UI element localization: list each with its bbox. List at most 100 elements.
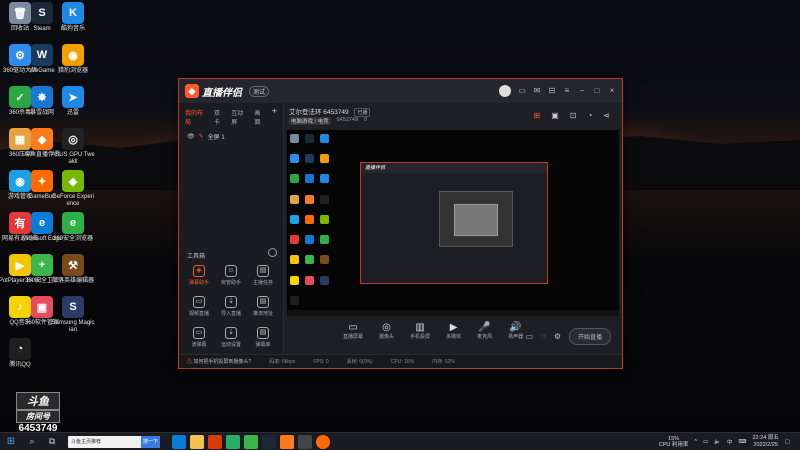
taskbar-search-button[interactable]: 搜一下 (140, 435, 160, 448)
desktop-icon[interactable]: ◈ GeForce Experience (51, 170, 95, 208)
settings-icon[interactable]: ⚙ (554, 332, 561, 341)
desktop-icon[interactable]: ◎ ASUS GPU Tweakll (51, 128, 95, 166)
toolbox-item[interactable]: ⇣ 导入直播 (215, 296, 247, 317)
source-control-button[interactable]: 🎤 麦克风 (477, 322, 492, 340)
scene-item[interactable]: 👁 ✎ 全屏 1 (179, 129, 283, 144)
toolbox-item[interactable]: ▤ 推流地址 (247, 296, 279, 317)
desktop-icon[interactable]: ⚒ 部落英雄编辑器 (51, 254, 95, 285)
desktop-app-icon: K (62, 2, 84, 24)
eye-icon[interactable]: 👁 (187, 133, 195, 140)
toolbox-item[interactable]: ▭ 波弹幕 (183, 327, 215, 348)
preview-taskbar (287, 310, 619, 316)
toolbox-item[interactable]: ▭ 视频直播 (183, 296, 215, 317)
user-avatar[interactable] (499, 85, 511, 97)
game-taskbar-icon[interactable] (298, 434, 312, 449)
gamebuff-taskbar-icon[interactable] (316, 434, 330, 449)
desktop-icon[interactable]: ➤ 迅雷 (51, 86, 95, 117)
tab-canvas[interactable]: 画面 (254, 108, 265, 126)
toolbox-item[interactable]: ▤ 弹幕库 (247, 327, 279, 348)
start-icon[interactable]: ⊞ (0, 436, 22, 447)
steam-taskbar-icon[interactable] (262, 434, 276, 449)
browser-taskbar-icon[interactable] (244, 434, 258, 449)
toolbox-item[interactable]: ▤ 主播任务 (247, 265, 279, 286)
message-icon[interactable]: ▭ (518, 87, 526, 95)
tab-interact[interactable]: 互动屏 (231, 108, 248, 126)
close-icon[interactable]: × (608, 87, 616, 95)
clock[interactable]: 22:24 周五 2022/2/25 (753, 435, 779, 449)
network-icon[interactable]: ▭ (703, 439, 708, 445)
gift-icon[interactable]: ⊟ (548, 87, 556, 95)
douyu-taskbar-icon[interactable] (280, 434, 294, 449)
desktop-icon-label: 360安全浏览器 (52, 236, 93, 242)
input-language[interactable]: 中 (727, 438, 733, 446)
scene-edit-icon[interactable]: ✎ (199, 133, 204, 140)
taskbar-search-text: 斗鱼主页推荐 (71, 439, 102, 445)
toolbox-item-icon: ▤ (257, 327, 269, 339)
scene-panel: 我的布局 双卡 互动屏 画面 + 👁 ✎ 全屏 1 工具箱 ◈ 弹幕助手 ☺ 房管助手… (179, 103, 284, 354)
preview-desktop-icons (287, 130, 332, 316)
desktop-icon[interactable]: e 360安全浏览器 (51, 212, 95, 243)
maximize-icon[interactable]: □ (593, 87, 601, 95)
version-badge: 测试 (249, 85, 270, 97)
add-scene-button[interactable]: + (272, 107, 277, 126)
tab-dual[interactable]: 双卡 (214, 108, 225, 126)
source-control-button[interactable]: 🔊 扬声器 (508, 322, 523, 340)
preview-mini-icon (305, 275, 314, 285)
source-control-button[interactable]: ▭ 直播屏幕 (343, 322, 363, 340)
room-title-row: 艾尔登法环 6453749 已播 (289, 106, 371, 117)
source-control-button[interactable]: ▶ 多媒体 (446, 322, 461, 340)
desktop-icon-label: 酷狗音乐 (60, 26, 85, 32)
mail-icon[interactable]: ✉ (533, 87, 541, 95)
explorer-taskbar-icon[interactable] (190, 434, 204, 449)
volume-icon[interactable]: 🔈 (714, 439, 721, 445)
screenshot-icon[interactable]: ▣ (551, 111, 559, 120)
edge-taskbar-icon[interactable] (172, 434, 186, 449)
desktop-icon[interactable]: ◉ 猎豹浏览器 (51, 44, 95, 75)
help-link[interactable]: ⚠ 如何把手机投屏到摄像头? (187, 358, 251, 365)
cpu-usage[interactable]: 15% CPU 利用率 (659, 436, 689, 448)
preview-mini-icon (320, 194, 329, 204)
toolbox-item[interactable]: ◈ 弹幕助手 (183, 265, 215, 286)
preview-mini-icon (320, 174, 329, 184)
stream-preview[interactable]: 直播伴侣 (287, 130, 619, 316)
menu-icon[interactable]: ≡ (563, 87, 571, 95)
notification-icon[interactable]: ▢ (785, 439, 790, 445)
desktop-app-icon: ▣ (31, 296, 53, 318)
preview-mini-icon (320, 154, 329, 164)
desktop-icon[interactable]: K 酷狗音乐 (51, 2, 95, 33)
wechat-taskbar-icon[interactable] (226, 434, 240, 449)
room-tag[interactable]: 已播 (354, 108, 371, 117)
desktop-icon-label: 腾讯QQ (9, 362, 31, 368)
camera-settings-icon[interactable]: ▭ (525, 332, 533, 341)
room-id: 6453749 (336, 117, 359, 123)
source-control-button[interactable]: ◎ 摄像头 (379, 322, 394, 340)
office-taskbar-icon[interactable] (208, 434, 222, 449)
desktop-icon[interactable]: S Samsung Magician (51, 296, 95, 334)
record-icon[interactable]: ⊡ (570, 111, 577, 120)
ime-icon[interactable]: ⌨ (739, 439, 747, 445)
toolbox-item[interactable]: ☺ 房管助手 (215, 265, 247, 286)
room-category[interactable]: 电脑游戏 / 电竞 (289, 117, 331, 125)
toolbox-title: 工具箱 (187, 254, 206, 260)
toolbox-item[interactable]: ⇣ 运动设置 (215, 327, 247, 348)
minimize-icon[interactable]: – (578, 87, 586, 95)
desktop-icon[interactable]: ◔ 腾讯QQ (0, 338, 42, 369)
source-control-label: 直播屏幕 (343, 334, 364, 340)
task-view-icon[interactable]: ⧉ (42, 436, 62, 447)
taskbar-search-box[interactable]: 斗鱼主页推荐 搜一下 (68, 435, 160, 448)
gift-box-icon[interactable]: ⊞ (533, 111, 540, 120)
bell-icon[interactable]: ◔ (587, 111, 592, 120)
search-icon[interactable]: ⌕ (22, 436, 42, 447)
toolbox-item-label: 主播任务 (252, 280, 273, 286)
status-cpu: CPU: 16% (390, 358, 415, 365)
start-live-button[interactable]: 开始直播 (568, 328, 611, 345)
source-control-button[interactable]: ▥ 手机投屏 (410, 322, 430, 340)
toolbox-settings-icon[interactable] (268, 248, 277, 257)
share-icon[interactable]: ⋖ (603, 111, 610, 120)
window-titlebar[interactable]: ◆ 直播伴侣 测试 ▭ ✉ ⊟ ≡ – □ × (179, 79, 622, 103)
room-title[interactable]: 艾尔登法环 6453749 (289, 109, 349, 116)
tray-chevron-icon[interactable]: ^ (694, 439, 697, 445)
audio-settings-icon[interactable]: ◌ (541, 332, 546, 341)
preview-mini-icon (305, 134, 314, 143)
tab-my-layout[interactable]: 我的布局 (185, 108, 208, 126)
